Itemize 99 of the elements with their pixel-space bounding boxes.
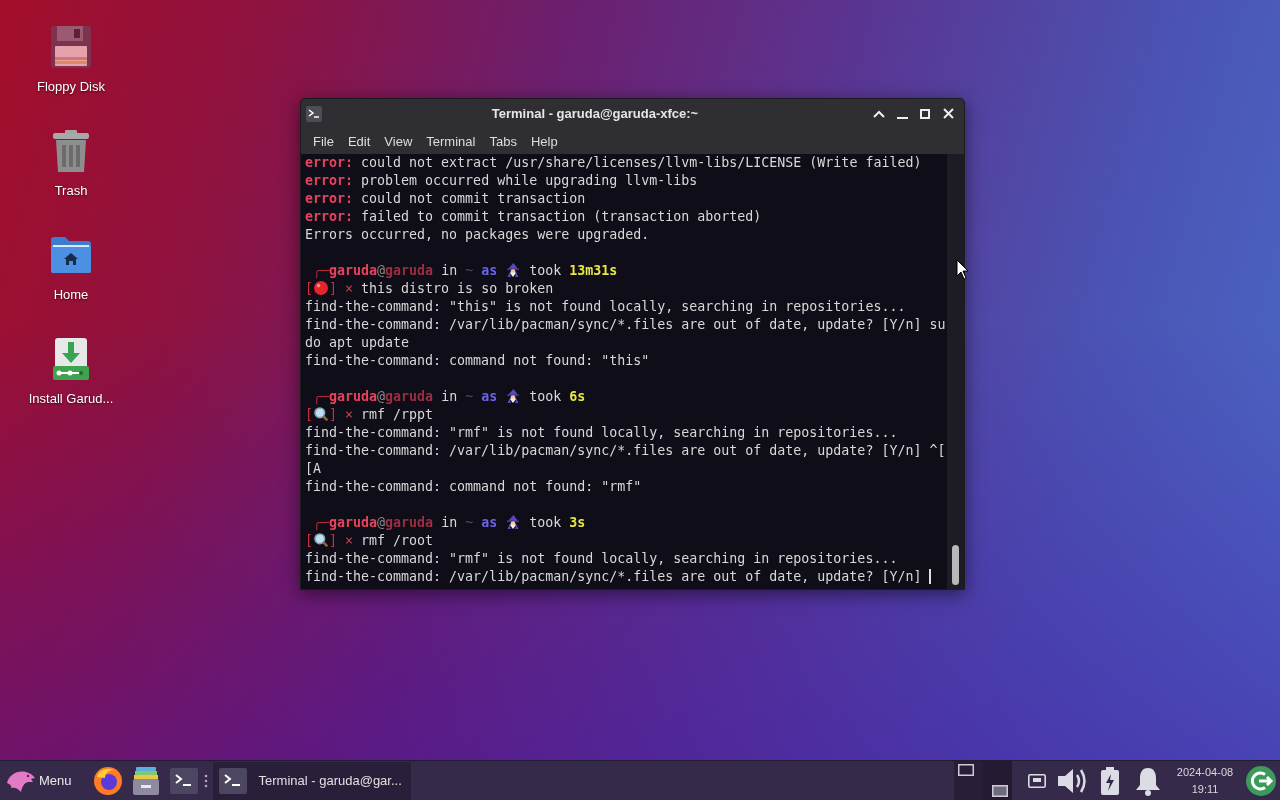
close-icon bbox=[942, 108, 954, 119]
command-text: this distro is so broken bbox=[361, 281, 554, 296]
prompt-bracket: [ bbox=[305, 533, 313, 548]
mouse-pointer-icon bbox=[956, 259, 969, 280]
prompt-mark: × bbox=[345, 407, 354, 422]
network-icon bbox=[1028, 773, 1046, 788]
prompt-user: garuda bbox=[329, 263, 378, 278]
battery-icon bbox=[1100, 766, 1120, 795]
menu-item[interactable]: Terminal bbox=[419, 130, 483, 152]
drag-handle-icon[interactable] bbox=[203, 773, 208, 788]
home-folder-icon bbox=[51, 237, 91, 273]
terminal-icon bbox=[306, 105, 322, 122]
firefox-icon bbox=[93, 766, 122, 795]
prompt-corner: ╭─ bbox=[313, 515, 329, 530]
trash-icon bbox=[53, 130, 89, 172]
prompt-user: garuda bbox=[329, 389, 378, 404]
prompt-word: in bbox=[441, 263, 458, 278]
menu-button[interactable]: Menu bbox=[2, 762, 76, 799]
window-title: Terminal - garuda@garuda-xfce:~ bbox=[490, 106, 700, 121]
window-miniature-icon bbox=[958, 764, 974, 776]
prompt-word: took bbox=[529, 515, 562, 530]
prompt-word: as bbox=[481, 515, 498, 530]
prompt-directory: ~ bbox=[465, 389, 474, 404]
error-label: error: bbox=[305, 173, 354, 188]
minimize-icon bbox=[896, 116, 908, 119]
prompt-word: took bbox=[529, 263, 562, 278]
prompt-corner: ╭─ bbox=[313, 263, 329, 278]
prompt-host: garuda bbox=[385, 263, 434, 278]
terminal-text: find-the-command: "this" is not found locally, searching in repositories... bbox=[305, 299, 906, 314]
terminal-icon bbox=[218, 766, 247, 795]
prompt-mark: × bbox=[345, 281, 354, 296]
prompt-host: garuda bbox=[385, 515, 434, 530]
download-arrow-icon bbox=[53, 338, 89, 380]
terminal-text: [A bbox=[305, 461, 321, 476]
terminal-text: problem occurred while upgrading llvm-libs bbox=[361, 173, 698, 188]
prompt-duration: 3s bbox=[569, 515, 586, 530]
terminal-text: find-the-command: command not found: "this" bbox=[305, 353, 650, 368]
prompt-bracket: ] bbox=[329, 533, 338, 548]
terminal-text: find-the-command: /var/lib/pacman/sync/*.files are out of date, update? [Y/n] su bbox=[305, 317, 946, 332]
bell-icon bbox=[1134, 765, 1162, 796]
terminal-text: do apt update bbox=[305, 335, 410, 350]
menu-item[interactable]: View bbox=[377, 130, 420, 152]
menu-item[interactable]: Tabs bbox=[482, 130, 524, 152]
prompt-mark: × bbox=[345, 533, 354, 548]
desktop-icon[interactable]: Floppy Disk bbox=[37, 25, 105, 95]
scrollbar[interactable] bbox=[947, 154, 964, 589]
prompt-user: garuda bbox=[329, 515, 378, 530]
error-label: error: bbox=[305, 191, 354, 206]
prompt-word: took bbox=[529, 389, 562, 404]
chevron-up-icon bbox=[873, 109, 885, 118]
prompt-bracket: ] bbox=[329, 407, 338, 422]
wizard-icon bbox=[505, 263, 522, 277]
terminal-text: find-the-command: "rmf" is not found locally, searching in repositories... bbox=[305, 425, 898, 440]
prompt-bracket: [ bbox=[305, 281, 313, 296]
prompt-duration: 6s bbox=[569, 389, 586, 404]
error-label: error: bbox=[305, 209, 354, 224]
menu-item[interactable]: Help bbox=[523, 130, 565, 152]
terminal-text: find-the-command: /var/lib/pacman/sync/*.files are out of date, update? [Y/n] bbox=[305, 569, 922, 584]
terminal-text: Errors occurred, no packages were upgraded. bbox=[305, 227, 650, 242]
error-label: error: bbox=[305, 155, 354, 170]
scrollbar-thumb[interactable] bbox=[952, 545, 959, 585]
terminal-text: find-the-command: "rmf" is not found locally, searching in repositories... bbox=[305, 551, 898, 566]
prompt-at-sign: @ bbox=[377, 263, 386, 278]
command-text: rmf /rppt bbox=[361, 407, 434, 422]
prompt-duration: 13m31s bbox=[569, 263, 618, 278]
file-drawer-icon bbox=[131, 766, 160, 795]
terminal-icon bbox=[169, 766, 198, 795]
wizard-icon bbox=[505, 515, 522, 529]
prompt-word: as bbox=[481, 389, 498, 404]
terminal-text: failed to commit transaction (transaction aborted) bbox=[361, 209, 762, 224]
prompt-directory: ~ bbox=[465, 263, 474, 278]
clock-time[interactable]: 19:11 bbox=[1191, 780, 1219, 798]
terminal-text: could not extract /usr/share/licenses/llvm-libs/LICENSE (Write failed) bbox=[361, 155, 922, 170]
taskbar-window-button[interactable]: Terminal - garuda@gar... bbox=[212, 761, 411, 800]
prompt-bracket: [ bbox=[305, 407, 313, 422]
terminal-text: find-the-command: command not found: "rmf" bbox=[305, 479, 642, 494]
prompt-corner: ╭─ bbox=[313, 389, 329, 404]
menu-item[interactable]: Edit bbox=[340, 130, 378, 152]
exit-icon bbox=[1246, 765, 1276, 796]
clock-date[interactable]: 2024-04-08 bbox=[1176, 763, 1234, 781]
desktop-icon[interactable]: Home bbox=[51, 233, 91, 303]
desktop-icon[interactable]: Trash bbox=[53, 129, 89, 199]
prompt-word: as bbox=[481, 263, 498, 278]
command-text: rmf /root bbox=[361, 533, 434, 548]
prompt-word: in bbox=[441, 389, 458, 404]
wizard-icon bbox=[505, 389, 522, 403]
prompt-bracket: ] bbox=[329, 281, 338, 296]
prompt-at-sign: @ bbox=[377, 515, 386, 530]
window-miniature-icon bbox=[992, 785, 1008, 797]
desktop-icon[interactable]: Install Garud... bbox=[28, 337, 114, 407]
terminal-text: could not commit transaction bbox=[361, 191, 586, 206]
prompt-at-sign: @ bbox=[377, 389, 386, 404]
prompt-host: garuda bbox=[385, 389, 434, 404]
prompt-directory: ~ bbox=[465, 515, 474, 530]
maximize-icon bbox=[920, 108, 930, 119]
workspace-button[interactable] bbox=[983, 761, 1012, 800]
terminal-text: find-the-command: /var/lib/pacman/sync/*.files are out of date, update? [Y/n] ^[ bbox=[305, 443, 946, 458]
prompt-word: in bbox=[441, 515, 458, 530]
menu-item[interactable]: File bbox=[306, 130, 341, 152]
